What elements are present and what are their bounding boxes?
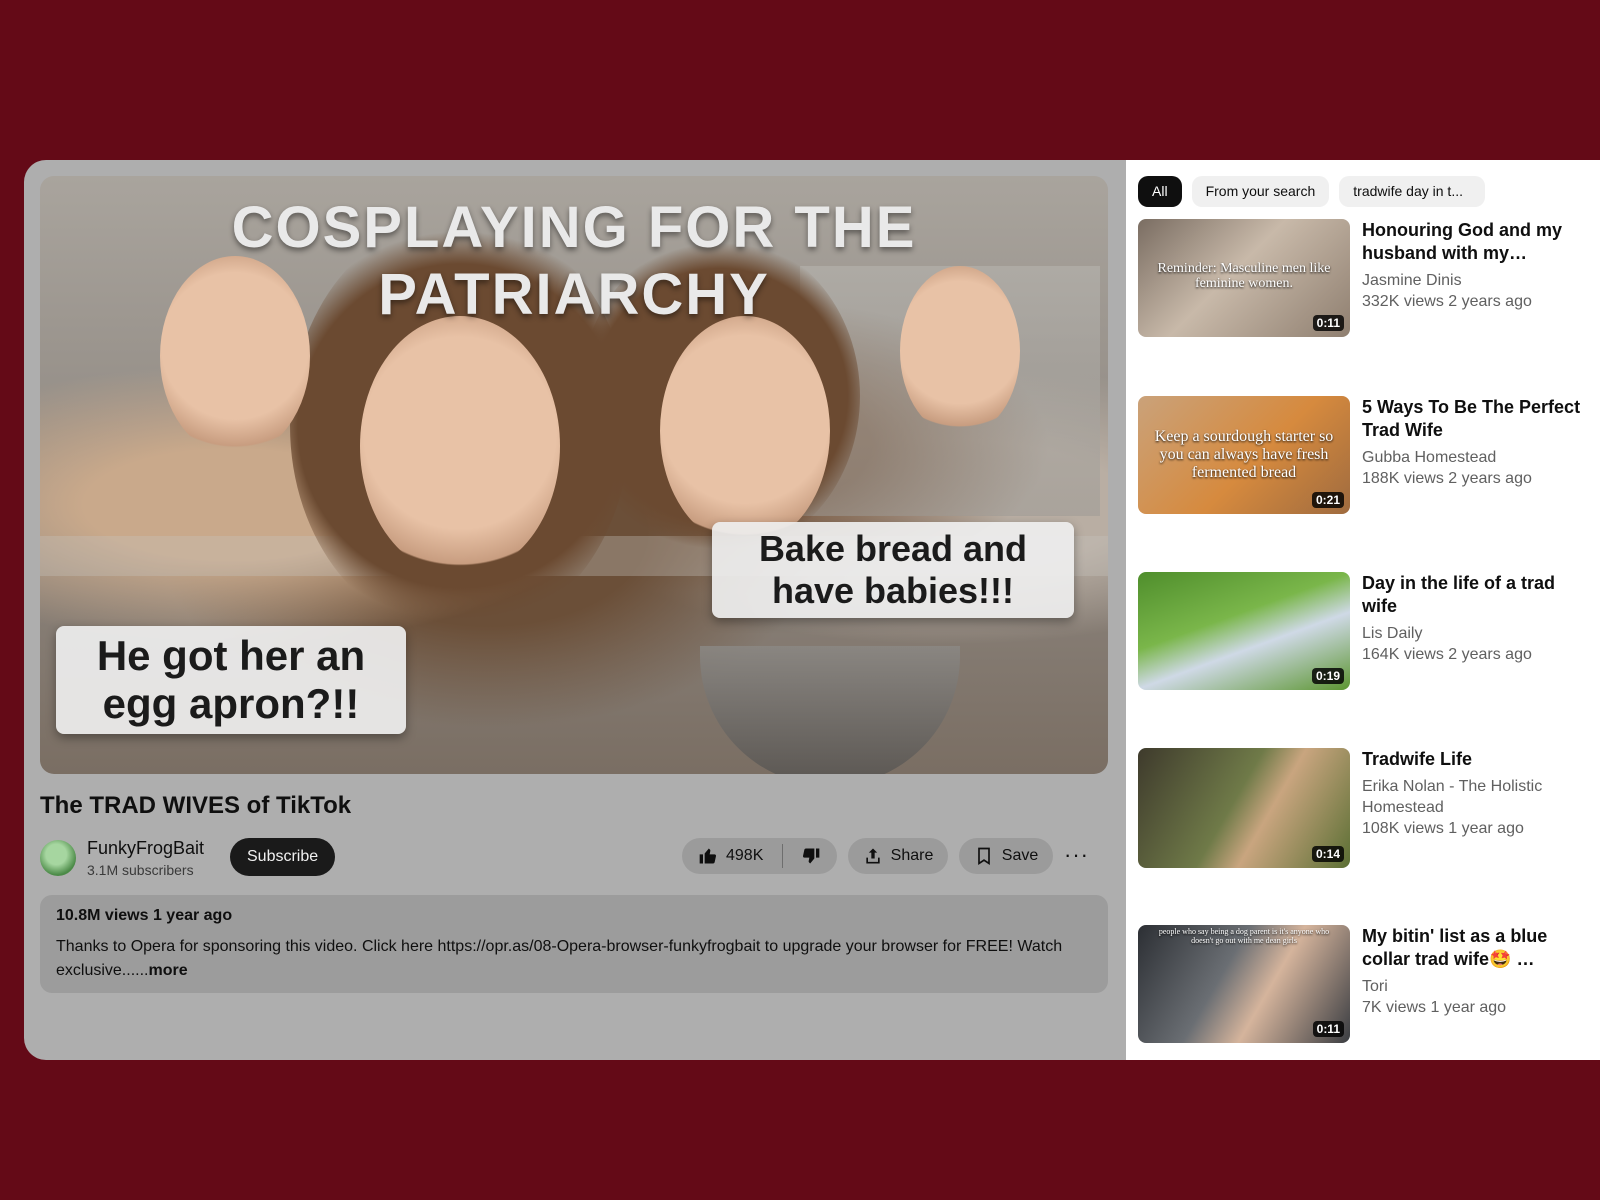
recommendation-item[interactable]: people who say being a dog parent is it'… (1138, 925, 1588, 1047)
recommendation-title[interactable]: 5 Ways To Be The Perfect Trad Wife (1362, 396, 1588, 442)
recommendation-title[interactable]: Honouring God and my husband with my… (1362, 219, 1588, 265)
recommendation-author[interactable]: Lis Daily (1362, 623, 1588, 644)
subscribe-button[interactable]: Subscribe (230, 838, 336, 876)
recommendation-info: Day in the life of a trad wife Lis Daily… (1362, 572, 1588, 665)
description-box[interactable]: 10.8M views 1 year ago Thanks to Opera f… (40, 895, 1108, 993)
recommendation-info: Tradwife Life Erika Nolan - The Holistic… (1362, 748, 1588, 839)
like-count: 498K (726, 847, 764, 864)
like-button[interactable]: 498K (682, 846, 782, 866)
video-thumbnail[interactable]: 0:19 (1138, 572, 1350, 690)
recommendation-meta: 332K views 2 years ago (1362, 293, 1532, 310)
dislike-button[interactable] (783, 846, 821, 866)
thumbnail-overlay-text: Reminder: Masculine men like feminine wo… (1157, 261, 1331, 291)
recommendation-info: My bitin' list as a blue collar trad wif… (1362, 925, 1588, 1018)
save-label: Save (1001, 847, 1039, 864)
share-label: Share (890, 847, 934, 864)
recommendation-item[interactable]: 0:14 Tradwife Life Erika Nolan - The Hol… (1138, 748, 1588, 888)
share-button[interactable]: Share (848, 838, 948, 874)
recommendation-meta: 164K views 2 years ago (1362, 646, 1532, 663)
save-button[interactable]: Save (959, 838, 1053, 874)
recommendation-author[interactable]: Gubba Homestead (1362, 447, 1588, 468)
duration-badge: 0:21 (1311, 492, 1344, 508)
thumbnail-overlay-text: Keep a sourdough starter so you can alwa… (1154, 428, 1334, 481)
recommendation-author[interactable]: Erika Nolan - The Holistic Homestead (1362, 776, 1588, 818)
chip-from-your-search[interactable]: From your search (1191, 176, 1330, 207)
recommendation-item[interactable]: 0:19 Day in the life of a trad wife Lis … (1138, 572, 1588, 694)
chip-all[interactable]: All (1138, 176, 1182, 207)
more-actions-icon[interactable]: ··· (1064, 842, 1089, 868)
chip-tradwife-day[interactable]: tradwife day in t... (1339, 176, 1486, 207)
channel-row: FunkyFrogBait 3.1M subscribers Subscribe… (40, 838, 1108, 882)
recommendations-sidebar: All From your search tradwife day in t..… (1126, 160, 1600, 1060)
like-dislike-group: 498K (682, 838, 837, 874)
caption-left: He got her an egg apron?!! (56, 626, 406, 734)
recommendation-info: Honouring God and my husband with my… Ja… (1362, 219, 1588, 312)
bookmark-icon (977, 847, 990, 866)
show-more-link[interactable]: more (148, 962, 187, 979)
video-player[interactable]: COSPLAYING FOR THE PATRIARCHY He got her… (40, 176, 1108, 774)
recommendation-meta: 188K views 2 years ago (1362, 470, 1532, 487)
app-window: COSPLAYING FOR THE PATRIARCHY He got her… (24, 160, 1600, 1060)
duration-badge: 0:14 (1311, 846, 1344, 862)
recommendation-title[interactable]: My bitin' list as a blue collar trad wif… (1362, 925, 1588, 971)
recommendation-info: 5 Ways To Be The Perfect Trad Wife Gubba… (1362, 396, 1588, 489)
recommendation-author[interactable]: Tori (1362, 976, 1588, 997)
video-thumbnail[interactable]: Reminder: Masculine men like feminine wo… (1138, 219, 1350, 337)
person-face (660, 316, 830, 546)
channel-avatar[interactable] (40, 840, 76, 876)
watch-area: COSPLAYING FOR THE PATRIARCHY He got her… (24, 160, 1126, 1060)
recommendation-meta: 108K views 1 year ago (1362, 820, 1524, 837)
recommendation-title[interactable]: Day in the life of a trad wife (1362, 572, 1588, 618)
view-stats: 10.8M views 1 year ago (56, 907, 233, 924)
duration-badge: 0:19 (1311, 668, 1344, 684)
mixing-bowl (700, 646, 960, 774)
video-thumbnail[interactable]: people who say being a dog parent is it'… (1138, 925, 1350, 1043)
recommendation-title[interactable]: Tradwife Life (1362, 748, 1588, 771)
filter-chips: All From your search tradwife day in t..… (1138, 176, 1486, 207)
thumbs-down-icon (802, 848, 820, 864)
recommendation-item[interactable]: Reminder: Masculine men like feminine wo… (1138, 219, 1588, 341)
share-icon (865, 848, 880, 864)
video-thumbnail[interactable]: 0:14 (1138, 748, 1350, 868)
recommendation-author[interactable]: Jasmine Dinis (1362, 270, 1588, 291)
recommendation-item[interactable]: Keep a sourdough starter so you can alwa… (1138, 396, 1588, 518)
channel-name[interactable]: FunkyFrogBait (87, 838, 204, 859)
caption-right: Bake bread and have babies!!! (712, 522, 1074, 618)
thumbs-up-icon (699, 848, 717, 864)
person-face (360, 316, 560, 576)
thumbnail-title: COSPLAYING FOR THE PATRIARCHY (231, 195, 917, 327)
duration-badge: 0:11 (1312, 1021, 1344, 1037)
video-title: The TRAD WIVES of TikTok (40, 792, 352, 819)
video-thumbnail[interactable]: Keep a sourdough starter so you can alwa… (1138, 396, 1350, 514)
duration-badge: 0:11 (1312, 315, 1344, 331)
description-body: Thanks to Opera for sponsoring this vide… (56, 938, 1063, 979)
recommendation-meta: 7K views 1 year ago (1362, 999, 1507, 1016)
description-text: Thanks to Opera for sponsoring this vide… (56, 935, 1092, 983)
thumbnail-overlay-text: people who say being a dog parent is it'… (1158, 927, 1330, 945)
subscriber-count: 3.1M subscribers (87, 862, 194, 878)
